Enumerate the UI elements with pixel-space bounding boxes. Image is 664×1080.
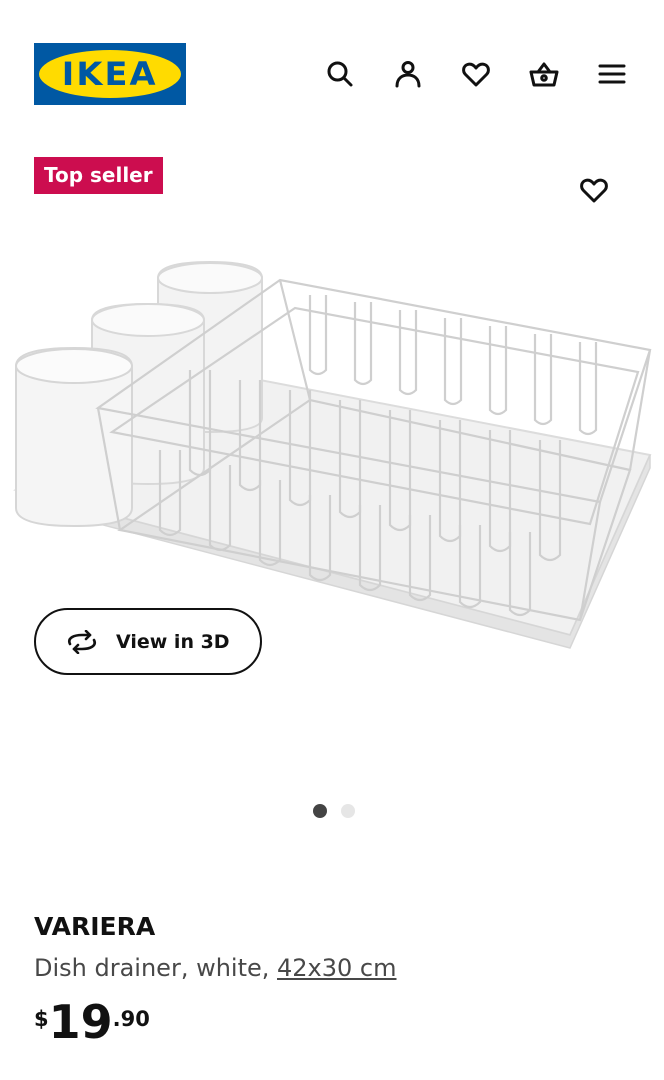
view-in-3d-label: View in 3D [116, 630, 230, 653]
heart-icon [580, 178, 608, 203]
price-decimal: .90 [112, 1007, 150, 1031]
rotate-3d-icon [68, 629, 96, 654]
search-button[interactable] [318, 52, 362, 96]
image-pagination [0, 804, 664, 820]
product-price: $ 19 .90 [34, 995, 150, 1049]
save-to-favourites-button[interactable] [570, 166, 618, 214]
pagination-dot-2[interactable] [341, 804, 355, 818]
search-icon [327, 61, 353, 87]
view-in-3d-button[interactable]: View in 3D [34, 608, 262, 675]
product-description: Dish drainer, white, 42x30 cm [34, 954, 397, 982]
logo-oval: IKEA [39, 50, 181, 98]
product-description-text: Dish drainer, white, [34, 954, 278, 982]
price-currency: $ [34, 1007, 49, 1031]
menu-button[interactable] [590, 52, 634, 96]
product-image[interactable] [10, 240, 655, 660]
product-name: VARIERA [34, 912, 156, 941]
logo-text: IKEA [62, 55, 158, 93]
heart-icon [462, 62, 490, 87]
top-seller-badge: Top seller [34, 157, 163, 194]
site-header: IKEA [0, 0, 664, 140]
pagination-dot-1[interactable] [313, 804, 327, 818]
product-size-link[interactable]: 42x30 cm [277, 954, 396, 982]
basket-icon [529, 62, 559, 87]
price-integer: 19 [48, 995, 113, 1049]
wishlist-button[interactable] [454, 52, 498, 96]
ikea-logo[interactable]: IKEA [34, 43, 186, 105]
basket-button[interactable] [522, 52, 566, 96]
account-icon [395, 61, 421, 88]
account-button[interactable] [386, 52, 430, 96]
menu-icon [598, 64, 626, 84]
